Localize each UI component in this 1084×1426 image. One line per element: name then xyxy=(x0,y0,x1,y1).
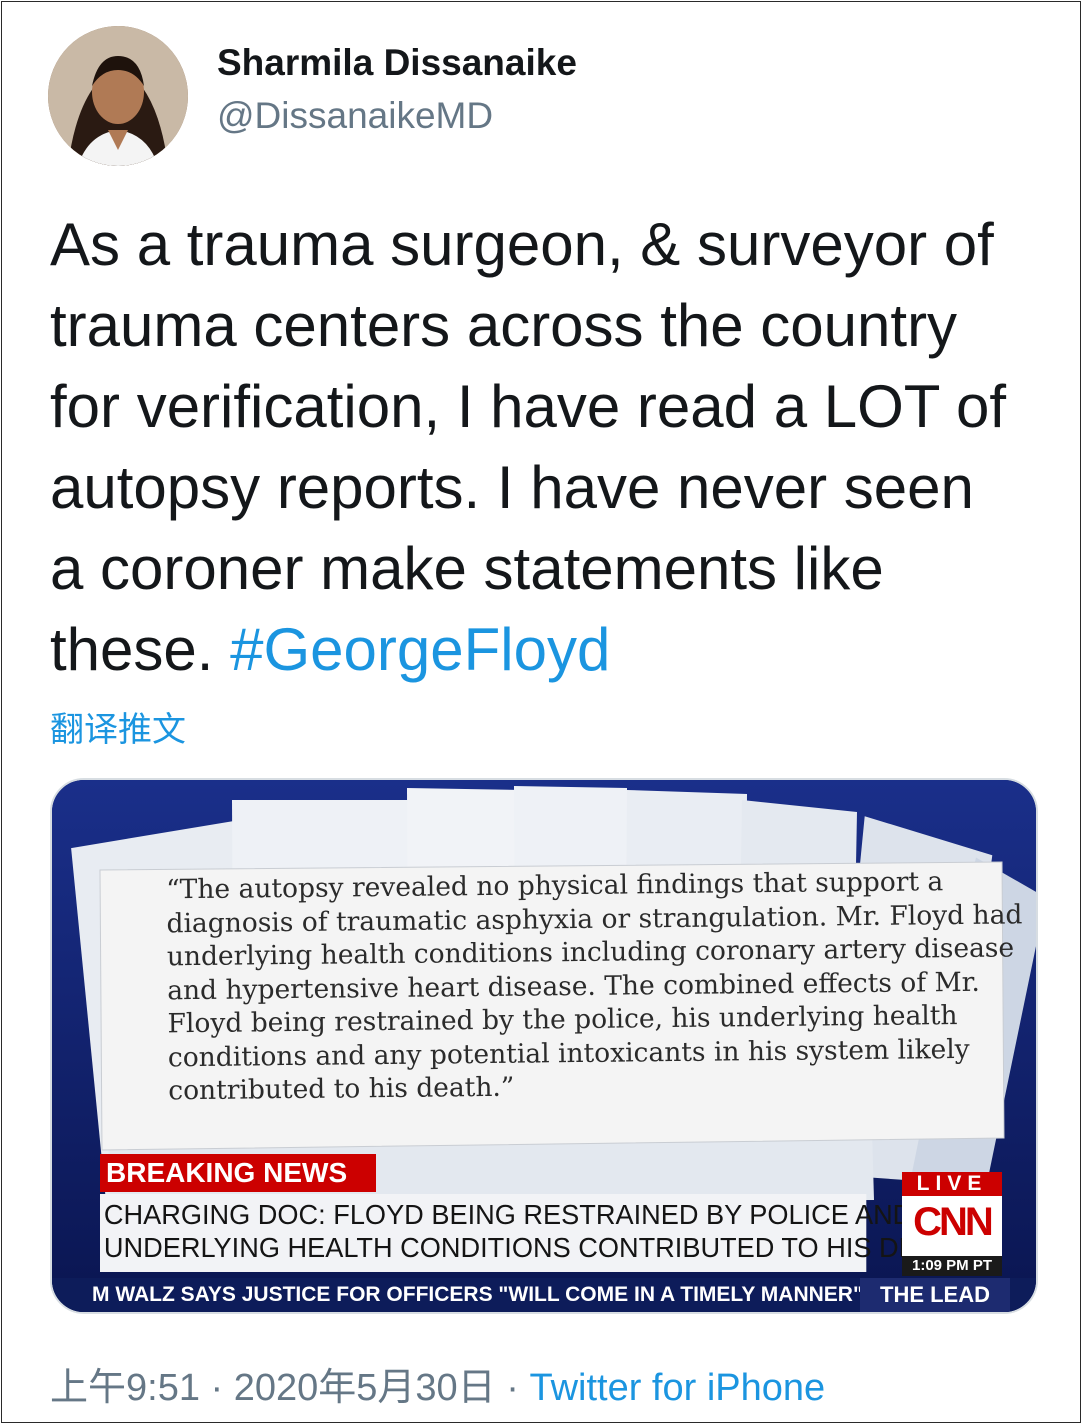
tweet-line: trauma centers across the country xyxy=(50,292,958,359)
meta-separator: · xyxy=(506,1367,519,1409)
live-badge: LIVE xyxy=(902,1172,1002,1196)
show-name: THE LEAD xyxy=(860,1278,1010,1312)
translate-tweet-link[interactable]: 翻译推文 xyxy=(50,702,186,751)
tweet-line: for verification, I have read a LOT of xyxy=(50,373,1007,440)
avatar[interactable] xyxy=(48,26,188,166)
headline-line: CHARGING DOC: FLOYD BEING RESTRAINED BY … xyxy=(103,1199,913,1230)
news-headline: CHARGING DOC: FLOYD BEING RESTRAINED BY … xyxy=(100,1194,970,1272)
user-handle[interactable]: @DissanaikeMD xyxy=(217,95,493,137)
tweet-meta: 上午9:51 · 2020年5月30日 · Twitter for iPhone xyxy=(50,1356,825,1411)
tweet-source-link[interactable]: Twitter for iPhone xyxy=(529,1367,825,1409)
headline-line: UNDERLYING HEALTH CONDITIONS CONTRIBUTED… xyxy=(103,1232,970,1263)
tweet-card: Sharmila Dissanaike @DissanaikeMD As a t… xyxy=(1,1,1081,1423)
hashtag-link[interactable]: #GeorgeFloyd xyxy=(230,616,610,683)
broadcast-clock: 1:09 PM PT xyxy=(902,1256,1002,1276)
tweet-line: a coroner make statements like xyxy=(50,535,884,602)
tweet-date[interactable]: 2020年5月30日 xyxy=(234,1367,496,1409)
display-name[interactable]: Sharmila Dissanaike xyxy=(217,42,577,84)
meta-separator: · xyxy=(210,1367,224,1409)
ticker-text: M WALZ SAYS JUSTICE FOR OFFICERS "WILL C… xyxy=(92,1283,889,1306)
autopsy-quote: “The autopsy revealed no physical findin… xyxy=(102,865,1023,1136)
tweet-text: As a trauma surgeon, & surveyor of trauma… xyxy=(50,204,1060,690)
breaking-news-banner: BREAKING NEWS xyxy=(100,1154,376,1192)
avatar-photo xyxy=(48,26,188,166)
tweet-line: these. xyxy=(50,616,231,683)
news-ticker: M WALZ SAYS JUSTICE FOR OFFICERS "WILL C… xyxy=(52,1278,1036,1312)
tweet-line: As a trauma surgeon, & surveyor of xyxy=(50,211,994,278)
tweet-media-image[interactable]: “The autopsy revealed no physical findin… xyxy=(50,778,1038,1314)
tweet-time[interactable]: 上午9:51 xyxy=(50,1367,200,1409)
cnn-logo: CNN xyxy=(913,1200,994,1244)
cnn-logo-box: CNN xyxy=(902,1196,1002,1256)
tweet-line: autopsy reports. I have never seen xyxy=(50,454,974,521)
